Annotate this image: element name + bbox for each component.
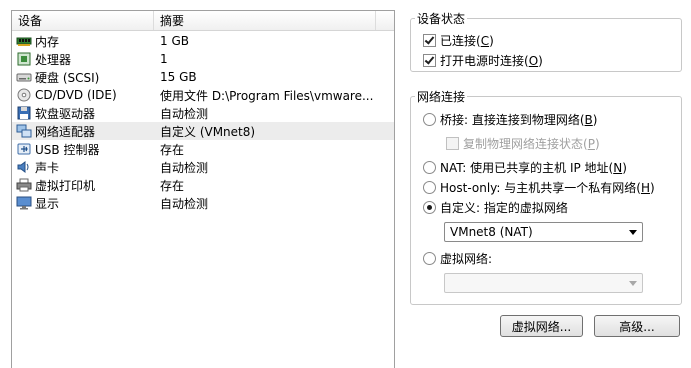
custom-network-select[interactable]: VMnet8 (NAT) [444,222,643,242]
nat-label: NAT: 使用已共享的主机 IP 地址(N) [440,161,627,175]
usb-icon [16,142,32,156]
device-row-cd-dvd[interactable]: CD/DVD (IDE) 使用文件 D:\Program Files\vmwar… [12,86,394,104]
device-row-processor[interactable]: 处理器 1 [12,50,394,68]
display-icon [16,196,32,210]
device-name: 内存 [35,34,60,49]
device-summary: 存在 [160,142,185,157]
device-row-printer[interactable]: 虚拟打印机 存在 [12,176,394,194]
network-connection-title: 网络连接 [417,90,466,104]
device-list-panel: 设备 摘要 内存 1 GB 处理器 1 硬盘 (SCSI) 15 GB CD/D… [11,10,395,368]
device-row-usb[interactable]: USB 控制器 存在 [12,140,394,158]
replicate-state-label: 复制物理网络连接状态(P) [463,137,600,151]
floppy-icon [16,106,32,120]
sound-card-icon [16,160,32,174]
advanced-button[interactable]: 高级... [594,315,680,337]
radio-circle[interactable] [423,201,436,214]
chevron-down-icon [629,230,637,235]
custom-radio[interactable]: 自定义: 指定的虚拟网络 [423,199,568,216]
device-list-header: 设备 摘要 [12,11,394,31]
device-summary: 自动检测 [160,106,209,121]
lan-segment-radio[interactable]: 虚拟网络: [423,250,492,267]
checkbox-box[interactable] [423,34,436,47]
device-summary: 自定义 (VMnet8) [160,124,256,139]
device-summary: 自动检测 [160,160,209,175]
hard-disk-icon [16,70,32,84]
lan-segment-select [444,273,643,293]
bridged-label: 桥接: 直接连接到物理网络(B) [440,113,598,127]
device-name: 处理器 [35,52,72,67]
device-row-network-adapter[interactable]: 网络适配器 自定义 (VMnet8) [12,122,394,140]
device-row-sound-card[interactable]: 声卡 自动检测 [12,158,394,176]
connect-at-power-on-label: 打开电源时连接(O) [440,54,543,68]
connected-label: 已连接(C) [440,34,494,48]
checkbox-box[interactable] [423,54,436,67]
nat-radio[interactable]: NAT: 使用已共享的主机 IP 地址(N) [423,159,627,176]
custom-label: 自定义: 指定的虚拟网络 [440,201,568,215]
radio-circle[interactable] [423,181,436,194]
device-name: 软盘驱动器 [35,106,96,121]
device-row-memory[interactable]: 内存 1 GB [12,32,394,50]
chevron-down-icon [629,281,637,286]
device-summary: 存在 [160,178,185,193]
device-row-hard-disk[interactable]: 硬盘 (SCSI) 15 GB [12,68,394,86]
device-name: 硬盘 (SCSI) [35,70,100,85]
device-summary: 使用文件 D:\Program Files\vmware... [160,88,374,103]
radio-circle[interactable] [423,252,436,265]
connected-checkbox[interactable]: 已连接(C) [423,32,494,49]
radio-circle[interactable] [423,113,436,126]
device-name: 显示 [35,196,60,211]
device-row-floppy[interactable]: 软盘驱动器 自动检测 [12,104,394,122]
replicate-state-checkbox: 复制物理网络连接状态(P) [446,135,600,152]
device-name: 网络适配器 [35,124,96,139]
processor-icon [16,52,32,66]
connect-at-power-on-checkbox[interactable]: 打开电源时连接(O) [423,52,543,69]
virtual-network-button[interactable]: 虚拟网络... [500,315,583,337]
device-summary: 1 [160,52,168,66]
device-summary: 15 GB [160,70,197,84]
lan-segment-label: 虚拟网络: [440,252,493,266]
host-only-radio[interactable]: Host-only: 与主机共享一个私有网络(H) [423,179,655,196]
device-status-title: 设备状态 [417,12,466,26]
custom-network-value: VMnet8 (NAT) [450,225,533,239]
host-only-label: Host-only: 与主机共享一个私有网络(H) [440,181,655,195]
device-name: 声卡 [35,160,60,175]
network-adapter-icon [16,124,32,138]
device-name: 虚拟打印机 [35,178,96,193]
bridged-radio[interactable]: 桥接: 直接连接到物理网络(B) [423,111,597,128]
radio-circle[interactable] [423,161,436,174]
device-summary: 1 GB [160,34,189,48]
memory-icon [16,34,32,48]
printer-icon [16,178,32,192]
device-row-display[interactable]: 显示 自动检测 [12,194,394,212]
column-header-summary[interactable]: 摘要 [154,11,376,30]
column-header-device[interactable]: 设备 [12,11,154,30]
device-name: CD/DVD (IDE) [35,88,117,102]
checkbox-box [446,137,459,150]
device-list-rows: 内存 1 GB 处理器 1 硬盘 (SCSI) 15 GB CD/DVD (ID… [12,31,394,212]
device-summary: 自动检测 [160,196,209,211]
cd-dvd-icon [16,88,32,102]
device-name: USB 控制器 [35,142,100,157]
